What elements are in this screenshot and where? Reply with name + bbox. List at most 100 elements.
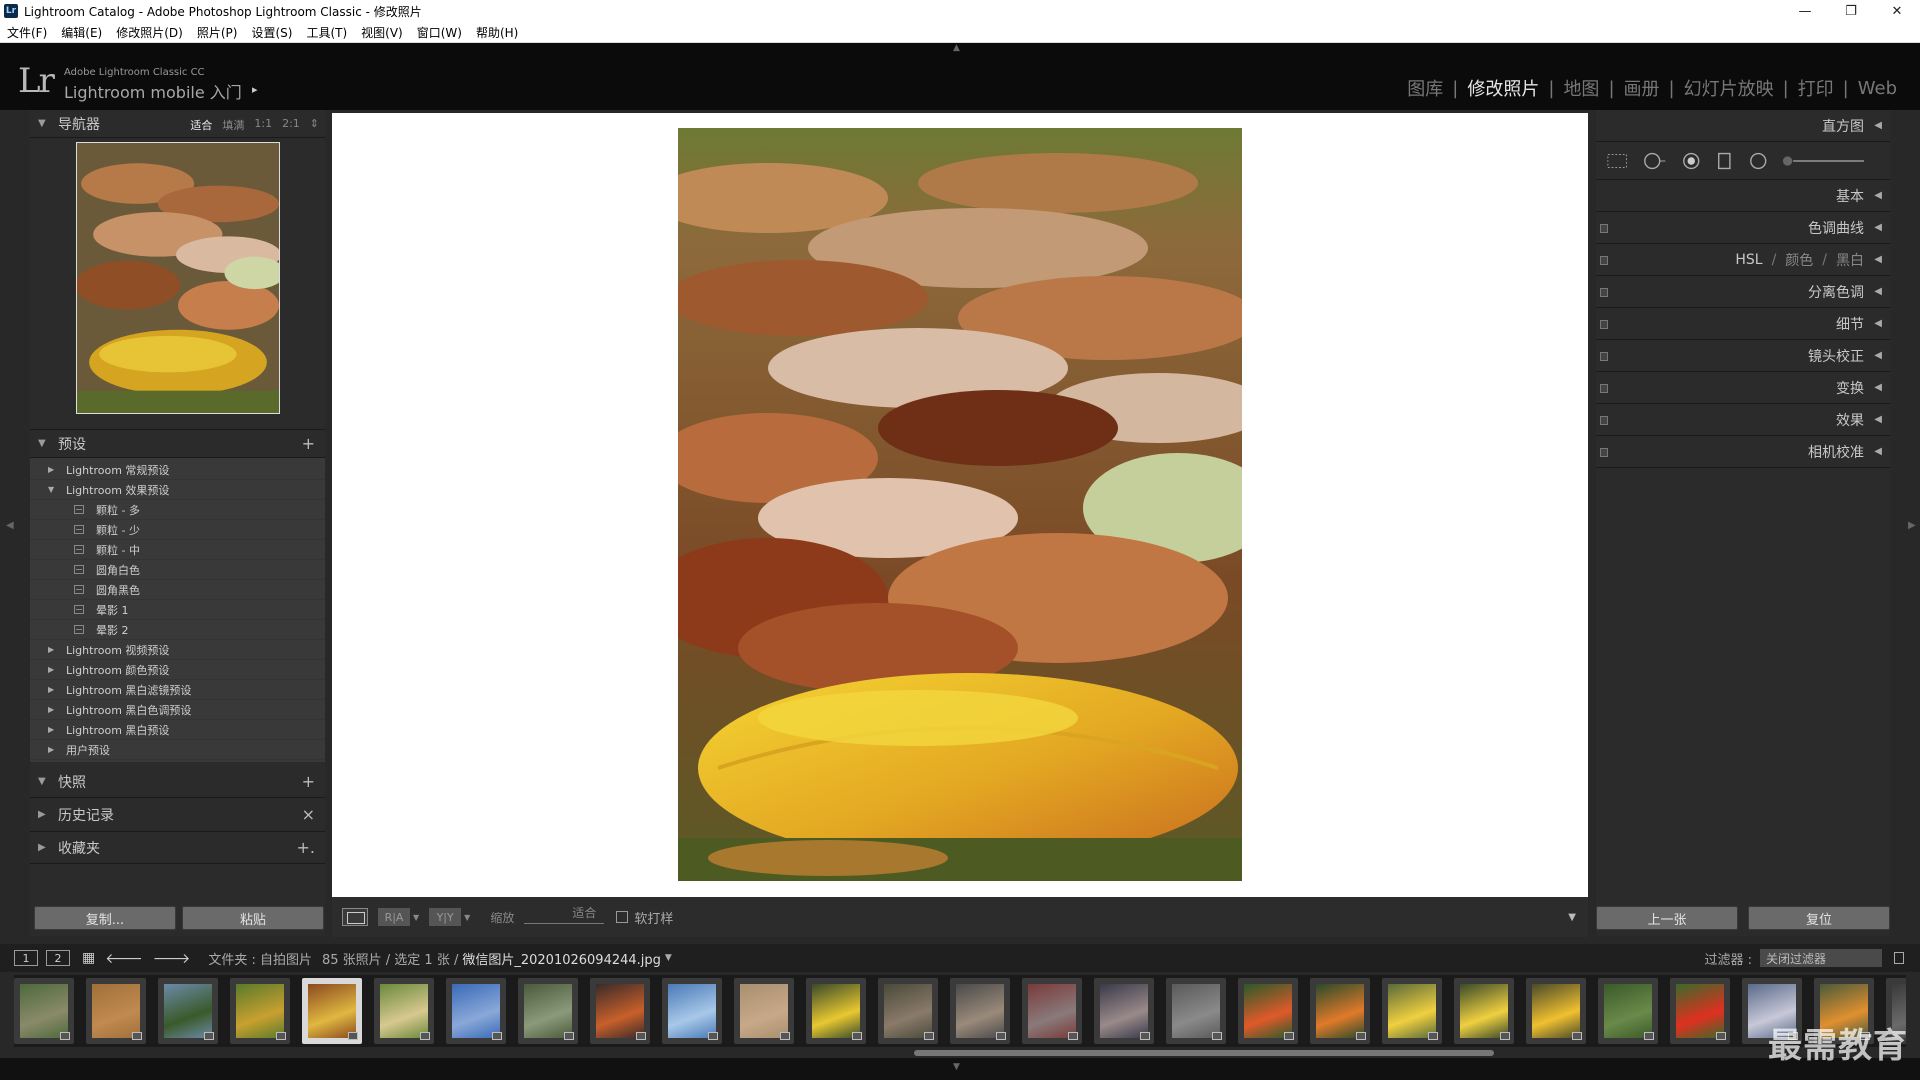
- zoom-1-1[interactable]: 1:1: [254, 117, 272, 133]
- filmstrip-thumbnail[interactable]: [1166, 978, 1226, 1044]
- secondary-window-button[interactable]: 2: [46, 950, 70, 966]
- expand-triangle-icon[interactable]: ▶: [38, 842, 46, 853]
- tone-curve-header[interactable]: 色调曲线 ◀: [1596, 212, 1890, 244]
- expand-triangle-icon[interactable]: ▶: [38, 809, 46, 820]
- play-arrow-icon[interactable]: ▸: [252, 83, 258, 96]
- zoom-slider[interactable]: [524, 922, 605, 924]
- expand-triangle-icon[interactable]: ▶: [48, 665, 60, 674]
- panel-toggle-switch-icon[interactable]: [1600, 224, 1608, 233]
- panel-toggle-switch-icon[interactable]: [1600, 320, 1608, 329]
- soft-proofing-checkbox[interactable]: [616, 911, 629, 923]
- filmstrip-thumbnail[interactable]: [86, 978, 146, 1044]
- mobile-get-started-link[interactable]: Lightroom mobile 入门: [64, 79, 242, 103]
- histogram-header[interactable]: 直方图 ◀: [1596, 110, 1890, 142]
- preset-folder[interactable]: ▶ Lightroom 颜色预设: [30, 660, 325, 680]
- previous-button[interactable]: 上一张: [1596, 906, 1738, 930]
- detail-header[interactable]: 细节 ◀: [1596, 308, 1890, 340]
- module-map[interactable]: 地图: [1554, 75, 1608, 101]
- menu-develop[interactable]: 修改照片(D): [109, 24, 190, 41]
- snapshots-header[interactable]: ▼ 快照 +: [30, 766, 325, 798]
- collapse-triangle-icon[interactable]: ◀: [1874, 222, 1882, 233]
- radial-filter-icon[interactable]: [1748, 151, 1768, 171]
- restore-icon[interactable]: ❐: [1828, 0, 1874, 22]
- collapse-triangle-icon[interactable]: ▼: [48, 485, 60, 494]
- filmstrip-thumbnail[interactable]: [446, 978, 506, 1044]
- collapse-triangle-icon[interactable]: ◀: [1874, 382, 1882, 393]
- module-web[interactable]: Web: [1849, 78, 1906, 99]
- paste-settings-button[interactable]: 粘贴: [182, 906, 324, 930]
- expand-triangle-icon[interactable]: ▶: [48, 725, 60, 734]
- dropdown-caret-icon[interactable]: ▼: [464, 913, 470, 922]
- add-snapshot-icon[interactable]: +: [302, 772, 315, 791]
- filter-select[interactable]: 关闭过滤器: [1760, 949, 1882, 967]
- preset-folder[interactable]: ▶ Lightroom 常规预设: [30, 460, 325, 480]
- menu-help[interactable]: 帮助(H): [469, 24, 525, 41]
- preset-item[interactable]: 晕影 2: [30, 620, 325, 640]
- main-photo[interactable]: [678, 128, 1242, 881]
- filmstrip-thumbnail[interactable]: [1382, 978, 1442, 1044]
- collapse-triangle-icon[interactable]: ◀: [1874, 190, 1882, 201]
- transform-header[interactable]: 变换 ◀: [1596, 372, 1890, 404]
- preset-item[interactable]: 圆角黑色: [30, 580, 325, 600]
- preset-folder[interactable]: ▶ 用户预设: [30, 740, 325, 760]
- preset-folder[interactable]: ▶ Lightroom 黑白色调预设: [30, 700, 325, 720]
- filmstrip-thumbnail[interactable]: [14, 978, 74, 1044]
- before-after-button[interactable]: R|A: [378, 908, 410, 926]
- collapse-triangle-icon[interactable]: ▼: [38, 776, 46, 787]
- adjustment-brush-slider[interactable]: [1782, 151, 1866, 171]
- collapse-triangle-icon[interactable]: ◀: [1874, 286, 1882, 297]
- navigator-header[interactable]: ▼ 导航器 适合 填满 1:1 2:1 ⇕: [30, 110, 325, 138]
- add-collection-icon[interactable]: +.: [297, 838, 316, 857]
- filmstrip-thumbnail[interactable]: [374, 978, 434, 1044]
- folder-breadcrumb[interactable]: 文件夹 : 自拍图片: [208, 949, 312, 968]
- grid-view-icon[interactable]: ▦: [82, 950, 95, 966]
- navigator-preview-image[interactable]: [75, 142, 280, 414]
- filmstrip-thumbnail[interactable]: [1670, 978, 1730, 1044]
- preset-folder[interactable]: ▼ Lightroom 效果预设: [30, 480, 325, 500]
- dropdown-caret-icon[interactable]: ▼: [413, 913, 419, 922]
- module-library[interactable]: 图库: [1398, 75, 1452, 101]
- preset-item[interactable]: 颗粒 - 少: [30, 520, 325, 540]
- collapse-triangle-icon[interactable]: ▼: [38, 118, 46, 129]
- reset-button[interactable]: 复位: [1748, 906, 1890, 930]
- expand-triangle-icon[interactable]: ▶: [48, 645, 60, 654]
- panel-toggle-switch-icon[interactable]: [1600, 416, 1608, 425]
- collapse-triangle-icon[interactable]: ◀: [1874, 414, 1882, 425]
- filmstrip-thumbnail[interactable]: [1094, 978, 1154, 1044]
- right-panel-toggle-icon[interactable]: ▶: [1908, 520, 1916, 531]
- expand-triangle-icon[interactable]: ▶: [48, 705, 60, 714]
- preset-folder[interactable]: ▶ Lightroom 黑白滤镜预设: [30, 680, 325, 700]
- preset-folder[interactable]: ▶ Lightroom 黑白预设: [30, 720, 325, 740]
- effects-header[interactable]: 效果 ◀: [1596, 404, 1890, 436]
- menu-window[interactable]: 窗口(W): [410, 24, 469, 41]
- graduated-filter-icon[interactable]: [1715, 151, 1734, 171]
- panel-toggle-switch-icon[interactable]: [1600, 352, 1608, 361]
- toolbar-options-icon[interactable]: ▼: [1568, 912, 1576, 923]
- collections-header[interactable]: ▶ 收藏夹 +.: [30, 832, 325, 864]
- red-eye-icon[interactable]: [1681, 151, 1701, 171]
- filmstrip-thumbnail[interactable]: [734, 978, 794, 1044]
- preset-item[interactable]: 晕影 1: [30, 600, 325, 620]
- filmstrip-thumbnail[interactable]: [1310, 978, 1370, 1044]
- zoom-2-1[interactable]: 2:1: [282, 117, 300, 133]
- panel-toggle-switch-icon[interactable]: [1600, 256, 1608, 265]
- crop-overlay-icon[interactable]: [1606, 151, 1628, 171]
- collapse-triangle-icon[interactable]: ◀: [1874, 120, 1882, 131]
- panel-toggle-switch-icon[interactable]: [1600, 448, 1608, 457]
- current-filename[interactable]: 微信图片_20201026094244.jpg: [462, 949, 661, 968]
- preset-folder[interactable]: ▶ Lightroom 视频预设: [30, 640, 325, 660]
- module-develop[interactable]: 修改照片: [1458, 75, 1548, 101]
- panel-toggle-switch-icon[interactable]: [1600, 384, 1608, 393]
- filmstrip-thumbnail[interactable]: [230, 978, 290, 1044]
- filmstrip-thumbnail[interactable]: [518, 978, 578, 1044]
- basic-header[interactable]: 基本 ◀: [1596, 180, 1890, 212]
- clear-history-icon[interactable]: ×: [302, 805, 315, 824]
- collapse-triangle-icon[interactable]: ◀: [1874, 254, 1882, 265]
- collapse-triangle-icon[interactable]: ▼: [38, 438, 46, 449]
- minimize-icon[interactable]: —: [1782, 0, 1828, 22]
- module-slideshow[interactable]: 幻灯片放映: [1675, 75, 1783, 101]
- history-header[interactable]: ▶ 历史记录 ×: [30, 798, 325, 832]
- color-tab[interactable]: 颜色: [1785, 250, 1813, 270]
- filmstrip-thumbnail[interactable]: [1454, 978, 1514, 1044]
- presets-header[interactable]: ▼ 预设 +: [30, 430, 325, 458]
